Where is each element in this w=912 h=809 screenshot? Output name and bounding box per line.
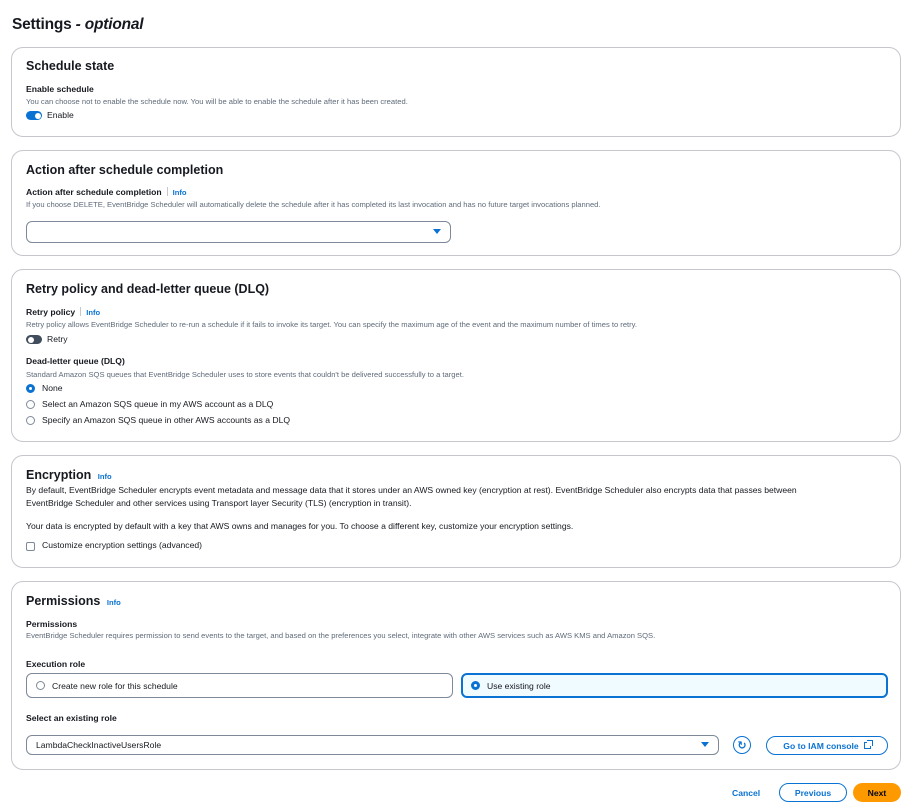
info-link[interactable]: Info <box>98 472 112 481</box>
dlq-option-none[interactable]: None <box>26 383 63 393</box>
permissions-description: EventBridge Scheduler requires permissio… <box>26 631 656 640</box>
action-after-completion-card: Action after schedule completion Action … <box>11 150 901 256</box>
go-to-iam-console-button[interactable]: Go to IAM console <box>766 736 888 755</box>
action-after-completion-description: If you choose DELETE, EventBridge Schedu… <box>26 200 601 209</box>
radio[interactable] <box>26 399 35 409</box>
page-title-text: Settings <box>12 16 72 33</box>
dlq-option-label: None <box>42 383 63 393</box>
cancel-button[interactable]: Cancel <box>732 788 760 798</box>
customize-encryption-checkbox[interactable] <box>26 542 35 551</box>
next-button[interactable]: Next <box>853 783 901 802</box>
enable-schedule-label: Enable schedule <box>26 84 94 94</box>
dlq-option-label: Specify an Amazon SQS queue in other AWS… <box>42 415 291 425</box>
dlq-description: Standard Amazon SQS queues that EventBri… <box>26 370 464 379</box>
permissions-card: Permissions Info Permissions EventBridge… <box>11 581 901 770</box>
encryption-card: Encryption Info By default, EventBridge … <box>11 455 901 568</box>
retry-policy-card: Retry policy and dead-letter queue (DLQ)… <box>11 269 901 442</box>
chevron-down-icon <box>433 229 441 234</box>
divider <box>80 307 82 316</box>
schedule-state-title: Schedule state <box>26 59 115 73</box>
role-option-label: Use existing role <box>487 680 551 691</box>
info-link[interactable]: Info <box>173 188 187 197</box>
retry-toggle[interactable] <box>26 335 42 344</box>
retry-policy-title: Retry policy and dead-letter queue (DLQ) <box>26 282 270 296</box>
toggle-knob <box>27 336 34 343</box>
retry-policy-label: Retry policy Info <box>26 307 100 317</box>
existing-role-select[interactable]: LambdaCheckInactiveUsersRole <box>26 735 719 755</box>
external-link-icon <box>863 740 873 749</box>
retry-policy-description: Retry policy allows EventBridge Schedule… <box>26 320 638 329</box>
select-value: LambdaCheckInactiveUsersRole <box>36 740 162 750</box>
chevron-down-icon <box>701 742 709 747</box>
action-label-text: Action after schedule completion <box>26 187 162 197</box>
action-after-completion-title: Action after schedule completion <box>26 163 224 177</box>
encryption-note: Your data is encrypted by default with a… <box>26 521 574 531</box>
enable-toggle-label: Enable <box>47 110 74 120</box>
previous-button[interactable]: Previous <box>779 783 847 802</box>
dlq-option-label: Select an Amazon SQS queue in my AWS acc… <box>42 399 274 409</box>
encryption-description-line2: EventBridge Scheduler and other services… <box>26 498 412 508</box>
use-existing-role-option[interactable]: Use existing role <box>461 673 888 698</box>
schedule-state-card: Schedule state Enable schedule You can c… <box>11 47 901 137</box>
divider <box>166 187 168 196</box>
retry-label-text: Retry policy <box>26 307 76 317</box>
info-link[interactable]: Info <box>86 308 100 317</box>
existing-role-label: Select an existing role <box>26 713 117 723</box>
iam-button-label: Go to IAM console <box>783 740 859 751</box>
retry-toggle-label: Retry <box>47 334 68 344</box>
action-after-completion-select[interactable] <box>26 221 451 243</box>
info-link[interactable]: Info <box>107 598 121 607</box>
permissions-label: Permissions <box>26 619 78 629</box>
page-title-optional: - optional <box>75 16 144 33</box>
execution-role-label: Execution role <box>26 659 86 669</box>
radio-selected[interactable] <box>26 383 35 393</box>
encryption-title-text: Encryption <box>26 468 92 482</box>
toggle-knob <box>34 112 41 119</box>
radio[interactable] <box>36 681 45 690</box>
page-title: Settings - optional <box>12 16 144 34</box>
encryption-title: Encryption Info <box>26 468 112 482</box>
role-option-label: Create new role for this schedule <box>52 680 178 691</box>
dlq-label: Dead-letter queue (DLQ) <box>26 356 125 366</box>
create-new-role-option[interactable]: Create new role for this schedule <box>26 673 453 698</box>
permissions-title-text: Permissions <box>26 594 101 608</box>
radio[interactable] <box>26 415 35 425</box>
encryption-description-line1: By default, EventBridge Scheduler encryp… <box>26 485 797 495</box>
radio-selected[interactable] <box>471 681 480 690</box>
dlq-option-other-accounts[interactable]: Specify an Amazon SQS queue in other AWS… <box>26 415 290 425</box>
action-after-completion-label: Action after schedule completion Info <box>26 187 187 197</box>
enable-schedule-toggle[interactable] <box>26 111 42 120</box>
enable-schedule-description: You can choose not to enable the schedul… <box>26 97 408 106</box>
permissions-title: Permissions Info <box>26 594 121 608</box>
refresh-icon[interactable]: ↻ <box>733 736 751 754</box>
customize-encryption-label: Customize encryption settings (advanced) <box>42 540 203 550</box>
dlq-option-my-account[interactable]: Select an Amazon SQS queue in my AWS acc… <box>26 399 273 409</box>
